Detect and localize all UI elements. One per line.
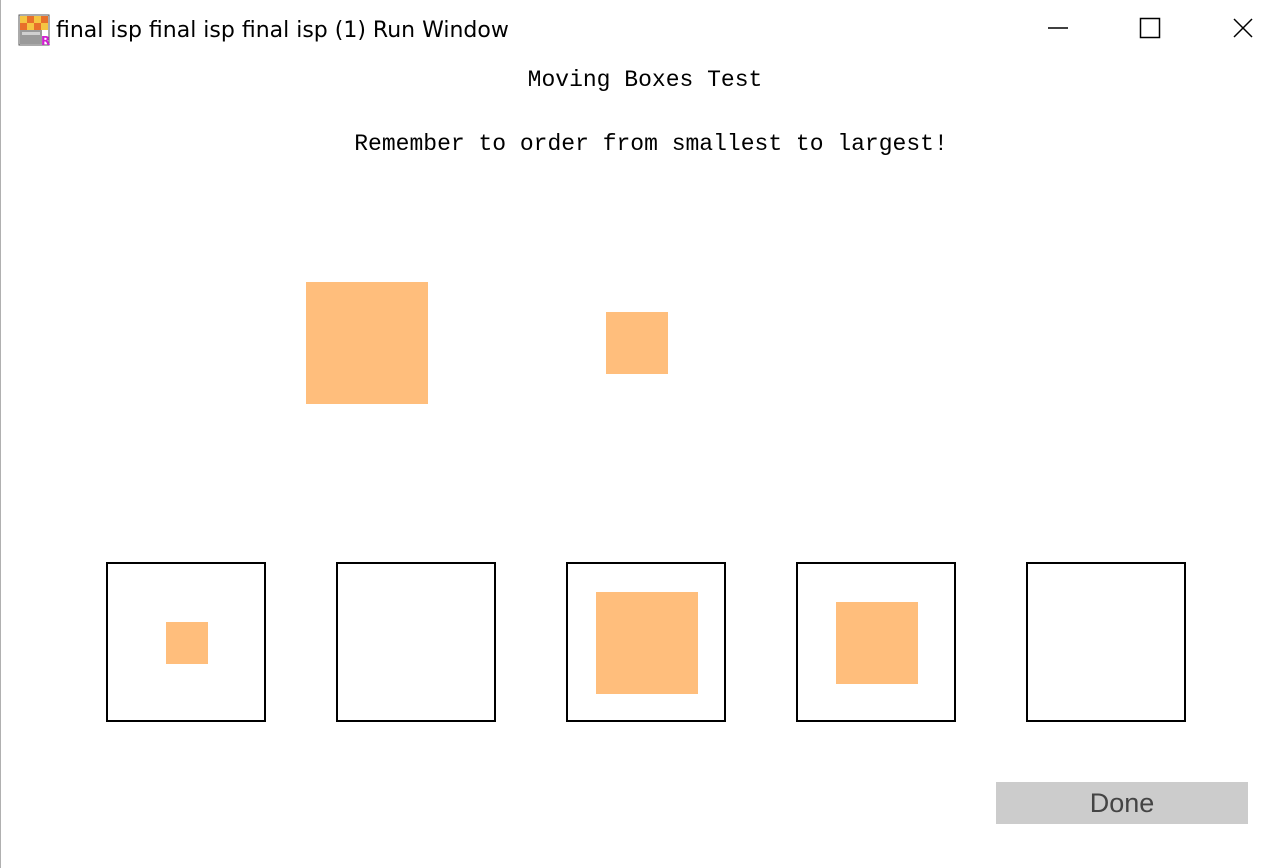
minimize-button[interactable] — [1035, 8, 1081, 48]
instruction-text: Remember to order from smallest to large… — [354, 131, 948, 157]
window-title: final isp final isp final isp (1) Run Wi… — [56, 18, 509, 43]
placed-box-largest[interactable] — [596, 592, 698, 694]
page-title: Moving Boxes Test — [527, 67, 763, 93]
movable-box-small[interactable] — [606, 312, 668, 374]
run-window: R final isp final isp final isp (1) Run … — [0, 0, 1288, 868]
placed-box-smallest[interactable] — [166, 622, 208, 664]
run-window-app-icon: R — [18, 14, 50, 46]
minimize-icon — [1048, 27, 1068, 29]
drop-slot-2[interactable] — [336, 562, 496, 722]
movable-box-large[interactable] — [306, 282, 428, 404]
placed-box-medium[interactable] — [836, 602, 918, 684]
done-button[interactable]: Done — [996, 782, 1248, 824]
svg-text:R: R — [41, 34, 50, 46]
maximize-button[interactable] — [1127, 8, 1173, 48]
drop-slot-5[interactable] — [1026, 562, 1186, 722]
maximize-icon — [1139, 17, 1161, 39]
close-button[interactable] — [1220, 8, 1266, 48]
title-bar[interactable]: R final isp final isp final isp (1) Run … — [1, 0, 1288, 60]
close-icon — [1233, 18, 1253, 38]
